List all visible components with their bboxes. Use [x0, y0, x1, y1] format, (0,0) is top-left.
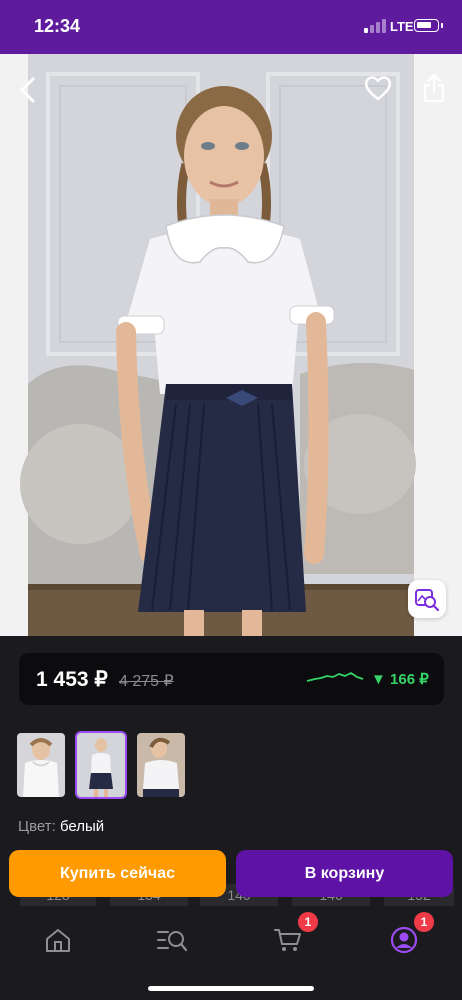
nav-profile[interactable]: 1	[384, 912, 434, 960]
battery-icon	[414, 19, 443, 32]
color-label: Цвет:	[18, 818, 56, 835]
old-price: 4 275 ₽	[119, 673, 174, 690]
thumbnail-image	[17, 733, 65, 797]
add-to-cart-button[interactable]: В корзину	[236, 850, 453, 897]
home-indicator	[148, 986, 314, 991]
buy-now-button[interactable]: Купить сейчас	[9, 850, 226, 897]
current-price: 1 453 ₽	[36, 668, 108, 691]
price-history-sparkline-icon	[306, 672, 364, 682]
nav-cart[interactable]: 1	[268, 912, 318, 960]
image-search-icon	[415, 589, 440, 611]
bottom-navigation: 1 1	[0, 906, 462, 1000]
thumbnail[interactable]	[135, 731, 187, 799]
cart-icon	[274, 929, 301, 951]
back-button[interactable]	[10, 72, 46, 108]
nav-home[interactable]	[38, 920, 78, 960]
cart-badge: 1	[298, 912, 318, 932]
share-button[interactable]	[416, 70, 452, 106]
status-bar: 12:34 LTE	[0, 0, 462, 54]
signal-icon	[364, 19, 386, 33]
heart-icon	[364, 76, 392, 101]
price-panel[interactable]: 1 453 ₽ 4 275 ₽ ▼ 166 ₽	[19, 653, 444, 705]
color-info: Цвет: белый	[18, 818, 104, 835]
product-photo[interactable]	[0, 54, 462, 636]
status-time: 12:34	[34, 16, 81, 36]
network-type: LTE	[390, 19, 414, 34]
profile-icon	[390, 926, 418, 954]
thumbnail-image	[137, 733, 185, 797]
thumbnail[interactable]	[15, 731, 67, 799]
product-image	[0, 54, 462, 636]
color-value: белый	[59, 818, 105, 835]
chevron-left-icon	[20, 77, 35, 103]
thumbnail-selected[interactable]	[75, 731, 127, 799]
visual-search-button[interactable]	[408, 580, 446, 618]
product-screen: 12:34 LTE 1 453 ₽ 4 275 ₽ ▼ 166 ₽ Цвет: …	[0, 0, 462, 1000]
thumbnail-image	[77, 733, 125, 797]
price-change: ▼ 166 ₽	[371, 671, 429, 688]
catalog-search-icon	[157, 931, 188, 952]
home-icon	[46, 929, 70, 952]
profile-badge: 1	[414, 912, 434, 932]
share-icon	[423, 73, 445, 103]
favorite-button[interactable]	[360, 70, 396, 106]
nav-catalog[interactable]	[152, 920, 192, 960]
